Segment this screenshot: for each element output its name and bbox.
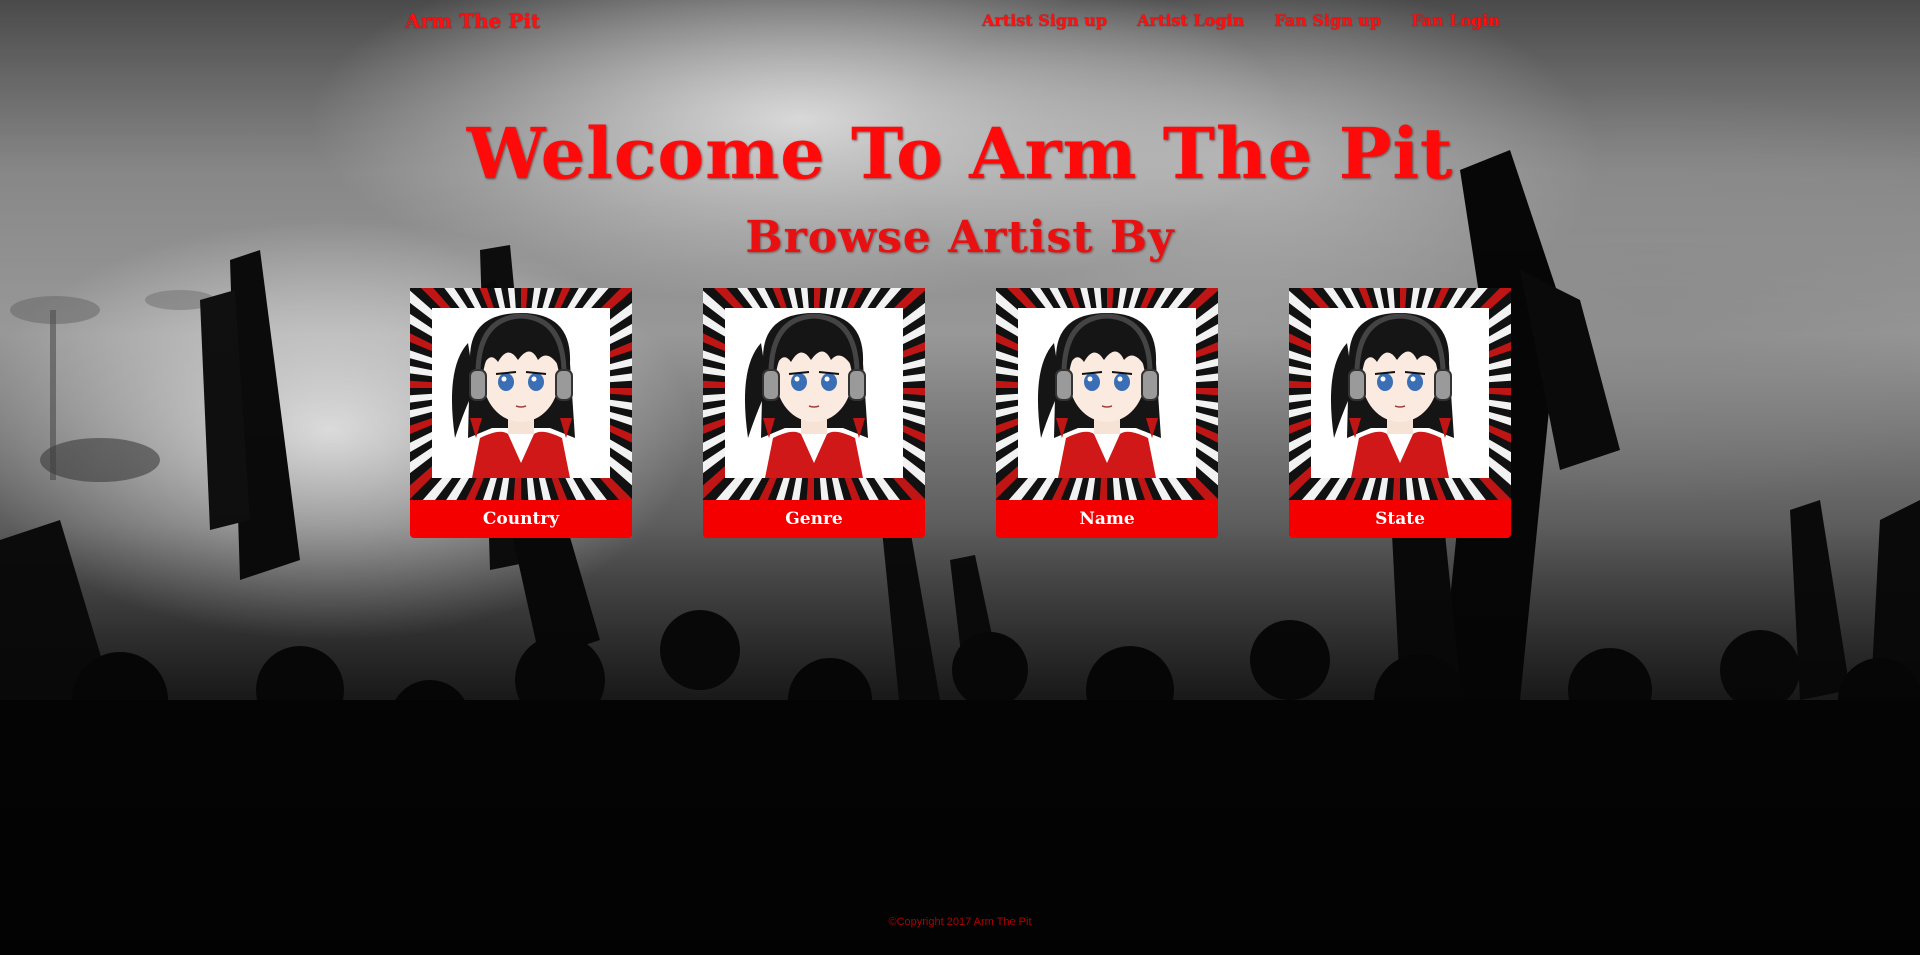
- artist-login-link[interactable]: Artist Login: [1137, 11, 1244, 30]
- artist-signup-link[interactable]: Artist Sign up: [982, 11, 1107, 30]
- browse-by-name-card[interactable]: Name: [996, 288, 1218, 538]
- nav-links: Artist Sign up Artist Login Fan Sign up …: [982, 11, 1500, 30]
- browse-cards: Country Genre Name State: [410, 288, 1511, 538]
- card-label-name: Name: [996, 500, 1218, 538]
- welcome-heading: Welcome To Arm The Pit: [466, 112, 1454, 195]
- top-navbar: Arm The Pit Artist Sign up Artist Login …: [0, 0, 1920, 46]
- anime-girl-headphones-icon: [996, 288, 1218, 500]
- card-label-genre: Genre: [703, 500, 925, 538]
- fan-signup-link[interactable]: Fan Sign up: [1274, 11, 1381, 30]
- fan-login-link[interactable]: Fan Login: [1411, 11, 1500, 30]
- brand-logo-link[interactable]: Arm The Pit: [405, 9, 540, 33]
- card-label-state: State: [1289, 500, 1511, 538]
- browse-heading: Browse Artist By: [745, 212, 1175, 263]
- anime-girl-headphones-icon: [703, 288, 925, 500]
- browse-by-genre-card[interactable]: Genre: [703, 288, 925, 538]
- copyright-footer: ©Copyright 2017 Arm The Pit: [888, 916, 1032, 928]
- anime-girl-headphones-icon: [410, 288, 632, 500]
- browse-by-state-card[interactable]: State: [1289, 288, 1511, 538]
- card-label-country: Country: [410, 500, 632, 538]
- anime-girl-headphones-icon: [1289, 288, 1511, 500]
- browse-by-country-card[interactable]: Country: [410, 288, 632, 538]
